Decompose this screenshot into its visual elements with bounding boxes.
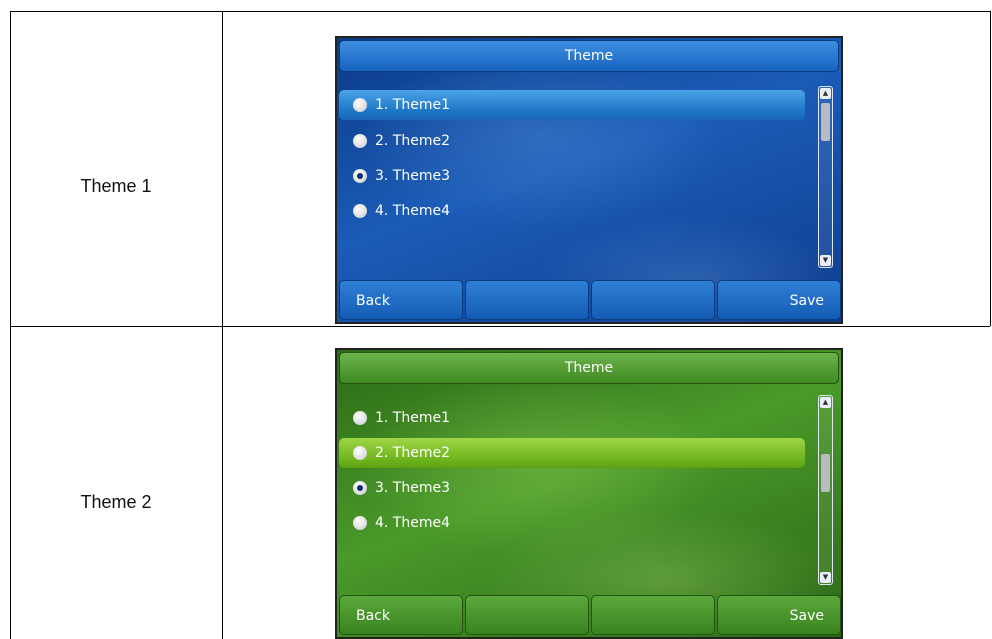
- softkey-2[interactable]: [465, 595, 589, 635]
- scroll-down-arrow-icon[interactable]: ▼: [820, 572, 831, 583]
- list-item-label: 1. Theme1: [375, 97, 451, 113]
- radio-checked-icon[interactable]: [353, 481, 367, 495]
- scroll-up-arrow-icon[interactable]: ▲: [820, 88, 831, 99]
- radio-unchecked-icon[interactable]: [353, 134, 367, 148]
- list-item-label: 2. Theme2: [375, 445, 451, 461]
- table-border-top: [10, 11, 990, 12]
- phone-screen-theme-2: Theme 1. Theme1 2. Theme2 3. Theme3 4. T…: [335, 348, 843, 639]
- back-softkey[interactable]: Back: [339, 595, 463, 635]
- list-item-theme2[interactable]: 2. Theme2: [339, 438, 805, 468]
- scrollbar-thumb[interactable]: [821, 454, 830, 492]
- softkey-bar: Back Save: [339, 595, 841, 635]
- list-item-label: 1. Theme1: [375, 410, 451, 426]
- scroll-up-arrow-icon[interactable]: ▲: [820, 397, 831, 408]
- save-softkey[interactable]: Save: [717, 280, 841, 320]
- list-item-theme1[interactable]: 1. Theme1: [339, 90, 805, 120]
- screen-title: Theme: [339, 40, 839, 72]
- radio-unchecked-icon[interactable]: [353, 98, 367, 112]
- table-border-left: [10, 11, 11, 639]
- radio-unchecked-icon[interactable]: [353, 411, 367, 425]
- radio-checked-icon[interactable]: [353, 169, 367, 183]
- row-label-theme-2: Theme 2: [80, 492, 152, 512]
- table-row-divider: [10, 326, 990, 327]
- softkey-3[interactable]: [591, 595, 715, 635]
- list-item-theme3[interactable]: 3. Theme3: [339, 161, 805, 191]
- scrollbar[interactable]: ▲ ▼: [818, 395, 833, 585]
- radio-unchecked-icon[interactable]: [353, 446, 367, 460]
- theme-comparison-table: Theme 1 Theme 1. Theme1 2. Theme2 3. The…: [0, 0, 992, 639]
- screen-title: Theme: [339, 352, 839, 384]
- list-item-label: 3. Theme3: [375, 168, 451, 184]
- list-item-theme4[interactable]: 4. Theme4: [339, 508, 805, 538]
- list-item-theme3[interactable]: 3. Theme3: [339, 473, 805, 503]
- back-softkey[interactable]: Back: [339, 280, 463, 320]
- list-item-label: 3. Theme3: [375, 480, 451, 496]
- phone-screen-theme-1: Theme 1. Theme1 2. Theme2 3. Theme3 4. T…: [335, 36, 843, 324]
- list-item-label: 4. Theme4: [375, 515, 451, 531]
- list-item-label: 4. Theme4: [375, 203, 451, 219]
- scrollbar-thumb[interactable]: [821, 103, 830, 141]
- radio-unchecked-icon[interactable]: [353, 204, 367, 218]
- scroll-down-arrow-icon[interactable]: ▼: [820, 255, 831, 266]
- softkey-bar: Back Save: [339, 280, 841, 320]
- list-item-theme4[interactable]: 4. Theme4: [339, 196, 805, 226]
- table-border-right: [990, 11, 991, 326]
- softkey-2[interactable]: [465, 280, 589, 320]
- list-item-label: 2. Theme2: [375, 133, 451, 149]
- softkey-3[interactable]: [591, 280, 715, 320]
- radio-unchecked-icon[interactable]: [353, 516, 367, 530]
- row-label-theme-1: Theme 1: [80, 176, 152, 196]
- list-item-theme1[interactable]: 1. Theme1: [339, 403, 805, 433]
- save-softkey[interactable]: Save: [717, 595, 841, 635]
- list-item-theme2[interactable]: 2. Theme2: [339, 126, 805, 156]
- scrollbar[interactable]: ▲ ▼: [818, 86, 833, 268]
- table-column-divider: [222, 11, 223, 639]
